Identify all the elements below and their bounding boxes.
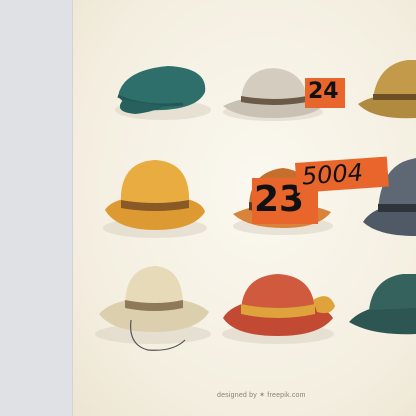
image-canvas: designed by ✶ freepik.com [73, 0, 416, 416]
hat-sun-hat-beige-icon [95, 266, 211, 351]
hat-bowler-yellow-icon [103, 160, 207, 238]
hat-cloche-red-icon [222, 274, 335, 344]
hat-flat-cap-icon [115, 66, 211, 120]
hat-fedora-tan-icon [358, 60, 416, 119]
left-panel [0, 0, 73, 416]
annotation-tag-24: 24 [305, 78, 345, 108]
hat-bucket-teal-icon [349, 274, 416, 335]
hats-illustration [95, 60, 416, 351]
annotation-tag-5004: 5004 [295, 156, 389, 193]
image-credit: designed by ✶ freepik.com [217, 392, 306, 399]
